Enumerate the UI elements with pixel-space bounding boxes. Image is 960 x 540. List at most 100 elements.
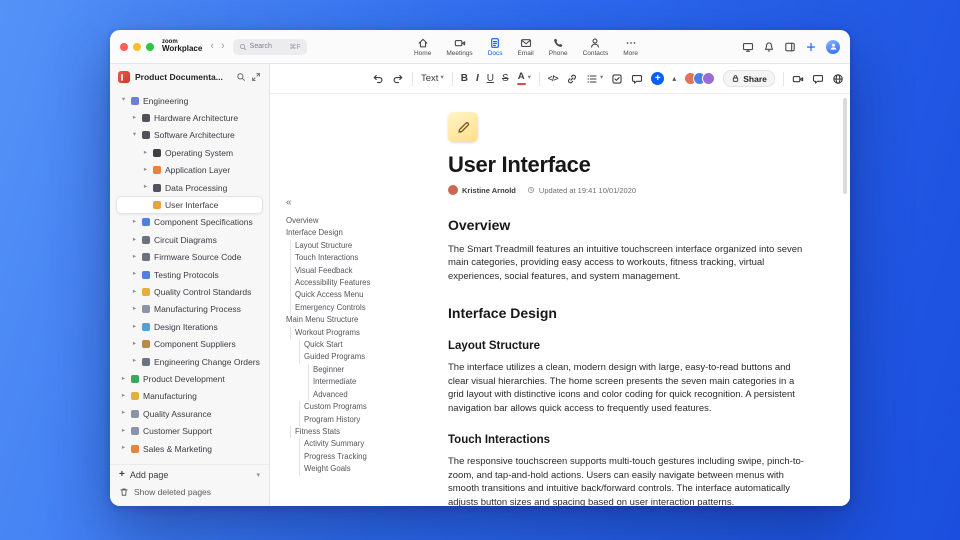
italic-button[interactable]: I [476,73,479,84]
side-panel-toggle-icon[interactable] [784,41,796,53]
close-button[interactable] [120,42,128,51]
sidebar-item-engineering-change-orders[interactable]: ▸ Engineering Change Orders [116,353,263,370]
outline-item-layout-structure[interactable]: Layout Structure [286,239,438,253]
tree-chevron-icon[interactable]: ▸ [131,271,138,278]
outline-item-touch-interactions[interactable]: Touch Interactions [286,252,438,265]
undo-button[interactable] [372,73,384,85]
back-button[interactable]: ‹ [210,41,214,52]
outline-item-advanced[interactable]: Advanced [286,388,438,402]
global-search-input[interactable]: Search ⌘F [232,38,307,55]
sidebar-search-icon[interactable] [236,72,246,82]
doc-emoji-icon[interactable] [448,112,478,142]
outline-item-guided-programs[interactable]: Guided Programs [286,351,438,364]
text-color-button[interactable]: A ▾ [516,72,531,85]
collaborator-avatar[interactable] [702,72,716,85]
vertical-scrollbar[interactable] [843,98,847,194]
outline-item-activity-summary[interactable]: Activity Summary [286,438,438,451]
sidebar-item-application-layer[interactable]: ▸ Application Layer [116,162,263,179]
sidebar-item-software-architecture[interactable]: ▾ Software Architecture [116,127,263,144]
sidebar-item-component-suppliers[interactable]: ▸ Component Suppliers [116,335,263,352]
outline-item-accessibility-features[interactable]: Accessibility Features [286,277,438,290]
outline-item-program-history[interactable]: Program History [286,413,438,426]
outline-item-interface-design[interactable]: Interface Design [286,227,438,239]
tree-chevron-icon[interactable]: ▸ [120,427,127,435]
minimize-button[interactable] [133,42,141,51]
sidebar-expand-icon[interactable] [251,72,261,82]
new-item-plus-icon[interactable] [805,41,817,53]
outline-item-main-menu-structure[interactable]: Main Menu Structure [286,314,438,326]
outline-item-intermediate[interactable]: Intermediate [286,376,438,389]
tree-chevron-icon[interactable]: ▸ [131,323,138,331]
sidebar-item-quality-control-standards[interactable]: ▸ Quality Control Standards [116,283,263,300]
outline-item-progress-tracking[interactable]: Progress Tracking [286,450,438,464]
sidebar-item-component-specifications[interactable]: ▸ Component Specifications [116,214,263,231]
outline-item-visual-feedback[interactable]: Visual Feedback [286,264,438,278]
outline-item-quick-start[interactable]: Quick Start [286,339,438,352]
redo-button[interactable] [392,73,404,85]
sidebar-item-testing-protocols[interactable]: ▸ Testing Protocols [116,266,263,283]
tree-chevron-icon[interactable]: ▸ [142,166,149,174]
tree-chevron-icon[interactable]: ▸ [131,219,138,226]
tree-chevron-icon[interactable]: ▸ [142,149,149,157]
outline-item-overview[interactable]: Overview [286,215,438,227]
tree-chevron-icon[interactable]: ▸ [120,375,127,383]
sidebar-item-manufacturing[interactable]: ▸ Manufacturing [116,388,263,405]
tab-docs[interactable]: Docs [488,37,503,57]
sidebar-item-circuit-diagrams[interactable]: ▸ Circuit Diagrams [116,231,263,248]
strikethrough-button[interactable]: S [502,73,509,84]
tree-chevron-icon[interactable]: ▸ [131,288,138,296]
sidebar-item-data-processing[interactable]: ▸ Data Processing [116,179,263,196]
tree-chevron-icon[interactable]: ▸ [131,306,138,313]
code-button[interactable]: </> [548,74,559,83]
sidebar-item-product-development[interactable]: ▸ Product Development [116,370,263,387]
chat-button[interactable] [812,73,824,85]
outline-item-weight-goals[interactable]: Weight Goals [286,463,438,476]
text-style-dropdown[interactable]: Text ▾ [421,74,444,84]
sidebar-item-engineering[interactable]: ▾ Engineering [116,92,263,109]
sidebar-item-firmware-source-code[interactable]: ▸ Firmware Source Code [116,249,263,266]
start-video-button[interactable] [792,73,804,85]
tree-chevron-icon[interactable]: ▸ [120,445,127,452]
tree-chevron-icon[interactable]: ▸ [131,358,138,365]
outline-item-emergency-controls[interactable]: Emergency Controls [286,301,438,315]
devices-icon[interactable] [742,41,754,53]
tab-phone[interactable]: Phone [549,37,568,57]
bold-button[interactable]: B [461,73,468,84]
forward-button[interactable]: › [221,41,225,52]
tree-chevron-icon[interactable]: ▾ [120,97,127,104]
sidebar-item-sales-marketing[interactable]: ▸ Sales & Marketing [116,440,263,457]
tree-chevron-icon[interactable]: ▾ [131,132,138,139]
sidebar-item-user-interface[interactable]: User Interface [116,196,263,214]
collapse-outline-button[interactable]: « [286,198,438,208]
insert-block-button[interactable]: + [651,72,665,85]
maximize-button[interactable] [146,42,154,51]
share-button[interactable]: Share [723,70,775,87]
collapse-sidebar-icon[interactable]: ▾ [256,472,260,479]
tree-chevron-icon[interactable]: ▸ [120,410,127,417]
list-button[interactable]: ▾ [586,73,603,85]
collapse-toolbar-button[interactable]: ▴ [672,74,676,83]
tree-chevron-icon[interactable]: ▸ [131,114,138,122]
outline-item-fitness-stats[interactable]: Fitness Stats [286,425,438,439]
tab-meetings[interactable]: Meetings [446,37,473,57]
sidebar-item-operating-system[interactable]: ▸ Operating System [116,144,263,161]
tree-chevron-icon[interactable]: ▸ [131,253,138,261]
tree-chevron-icon[interactable]: ▸ [142,184,149,191]
notifications-icon[interactable] [763,41,775,53]
tree-chevron-icon[interactable]: ▸ [131,340,138,348]
tab-contacts[interactable]: Contacts [583,37,608,57]
tab-email[interactable]: Email [518,37,534,57]
tab-more[interactable]: More [623,37,638,57]
show-deleted-pages-button[interactable]: Show deleted pages [119,487,260,497]
outline-item-custom-programs[interactable]: Custom Programs [286,401,438,414]
checklist-button[interactable] [611,73,623,85]
outline-item-workout-programs[interactable]: Workout Programs [286,326,438,340]
user-avatar[interactable] [826,39,840,54]
sidebar-item-design-iterations[interactable]: ▸ Design Iterations [116,318,263,335]
outline-item-beginner[interactable]: Beginner [286,363,438,377]
sidebar-item-customer-support[interactable]: ▸ Customer Support [116,422,263,439]
tab-home[interactable]: Home [414,37,431,57]
underline-button[interactable]: U [487,73,494,84]
sidebar-item-manufacturing-process[interactable]: ▸ Manufacturing Process [116,301,263,318]
link-button[interactable] [566,73,578,85]
